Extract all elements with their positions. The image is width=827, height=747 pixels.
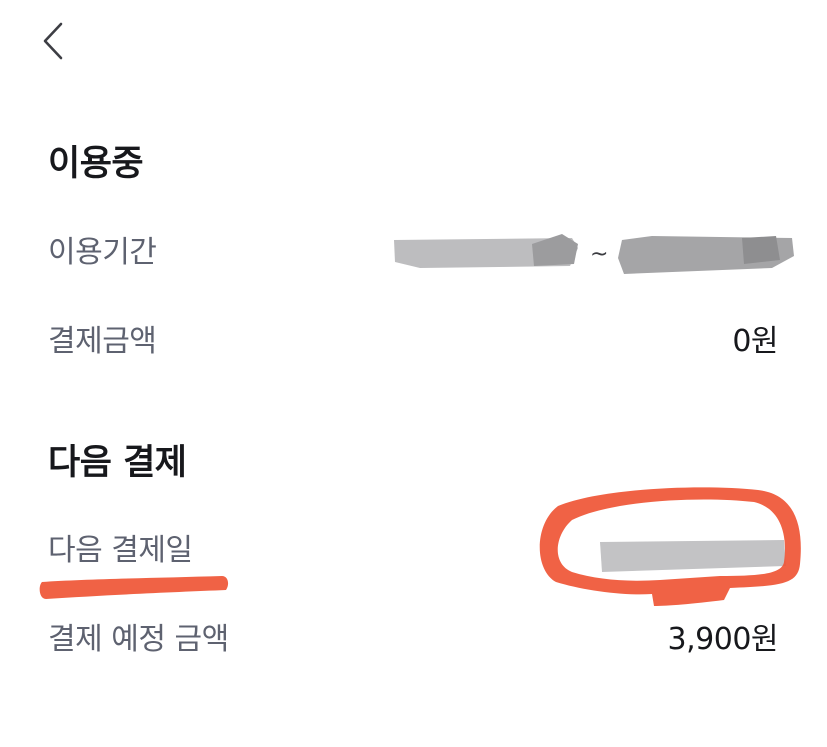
chevron-left-icon <box>43 22 63 60</box>
section-title-next-payment: 다음 결제 <box>48 443 187 483</box>
expected-amount-value: 3,900원 <box>667 622 779 657</box>
back-button[interactable] <box>30 18 76 64</box>
usage-period-separator: ~ <box>590 242 609 267</box>
underline-annotation <box>39 576 229 599</box>
section-title-current-usage: 이용중 <box>48 144 144 184</box>
expected-amount-label: 결제 예정 금액 <box>48 622 229 657</box>
next-payment-date-value-redacted <box>598 536 788 576</box>
payment-amount-label: 결제금액 <box>48 324 157 359</box>
payment-amount-value: 0원 <box>732 324 778 359</box>
usage-period-label: 이용기간 <box>48 235 157 270</box>
next-payment-date-label: 다음 결제일 <box>48 533 193 568</box>
